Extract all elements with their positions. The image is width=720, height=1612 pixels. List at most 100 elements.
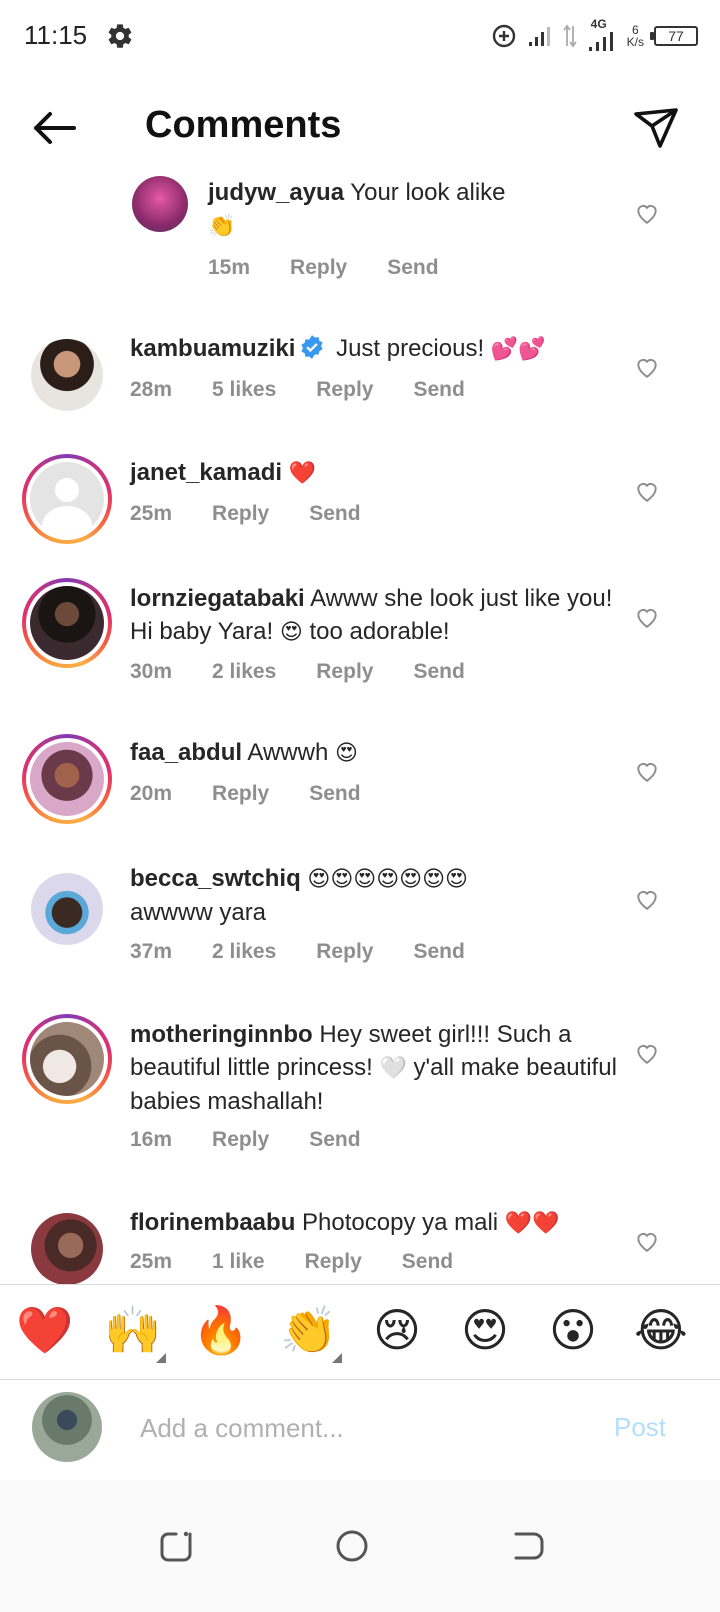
comment-item: judyw_ayua Your look alike 👏 15m Reply S… xyxy=(0,170,720,310)
send-button[interactable]: Send xyxy=(413,378,464,402)
avatar[interactable] xyxy=(22,330,112,420)
reply-button[interactable]: Reply xyxy=(316,940,373,964)
comment-text: lornziegatabaki Awww she look just like … xyxy=(130,585,613,645)
like-heart-icon[interactable] xyxy=(634,886,660,912)
reply-button[interactable]: Reply xyxy=(212,1128,269,1152)
reply-button[interactable]: Reply xyxy=(305,1250,362,1274)
reply-button[interactable]: Reply xyxy=(212,502,269,526)
system-nav-bar xyxy=(0,1480,720,1612)
avatar[interactable] xyxy=(22,1204,112,1294)
comment-username[interactable]: motheringinnbo xyxy=(130,1021,313,1048)
post-button[interactable]: Post xyxy=(614,1412,666,1443)
comment-text: florinembaabu Photocopy ya mali ❤️❤️ xyxy=(130,1209,560,1236)
emoji-clap-button[interactable]: 👏 xyxy=(274,1295,344,1365)
send-button[interactable]: Send xyxy=(387,256,438,280)
comment-username[interactable]: judyw_ayua xyxy=(208,179,344,206)
comment-username[interactable]: lornziegatabaki xyxy=(130,585,305,612)
page-title: Comments xyxy=(145,104,342,146)
avatar-image xyxy=(31,1213,103,1285)
send-button[interactable]: Send xyxy=(413,660,464,684)
reply-button[interactable]: Reply xyxy=(290,256,347,280)
like-heart-icon[interactable] xyxy=(634,604,660,630)
comment-item: motheringinnbo Hey sweet girl!!! Such a … xyxy=(0,1014,720,1184)
quick-reaction-bar: ❤️ 🙌 🔥 👏 😢 😍 😮 😂 xyxy=(0,1284,720,1380)
comment-username[interactable]: florinembaabu xyxy=(130,1209,295,1236)
comment-username[interactable]: faa_abdul xyxy=(130,739,242,766)
avatar-image xyxy=(31,873,103,945)
comment-text: kambuamuziki Just precious! 💕💕 xyxy=(130,335,546,362)
likes-count[interactable]: 1 like xyxy=(212,1250,265,1274)
comment-meta: 25m Reply Send xyxy=(130,502,361,526)
battery-indicator: 77 xyxy=(650,26,698,46)
likes-count[interactable]: 2 likes xyxy=(212,940,276,964)
back-nav-icon[interactable] xyxy=(506,1524,550,1568)
emoji-surprised-button[interactable]: 😮 xyxy=(538,1295,608,1365)
comment-text: motheringinnbo Hey sweet girl!!! Such a … xyxy=(130,1021,617,1115)
avatar-story-ring[interactable] xyxy=(22,734,112,824)
data-arrows-icon xyxy=(562,24,577,48)
emoji-laughing-button[interactable]: 😂 xyxy=(626,1295,696,1365)
skin-tone-indicator xyxy=(332,1353,342,1363)
verified-badge-icon xyxy=(301,335,324,359)
emoji-heart-eyes-button[interactable]: 😍 xyxy=(450,1295,520,1365)
comments-list[interactable]: judyw_ayua Your look alike 👏 15m Reply S… xyxy=(0,170,720,1320)
send-button[interactable]: Send xyxy=(402,1250,453,1274)
emoji-crying-button[interactable]: 😢 xyxy=(362,1295,432,1365)
comment-text: becca_swtchiq 😍😍😍😍😍😍😍 awwww yara xyxy=(130,865,468,926)
current-user-avatar xyxy=(32,1392,102,1462)
send-button[interactable]: Send xyxy=(309,782,360,806)
comment-time: 15m xyxy=(208,256,251,279)
comment-meta: 20m Reply Send xyxy=(130,782,361,806)
avatar-story-ring[interactable] xyxy=(22,454,112,544)
avatar[interactable] xyxy=(132,176,188,232)
avatar-image xyxy=(132,176,188,232)
comment-item: becca_swtchiq 😍😍😍😍😍😍😍 awwww yara 37m 2 l… xyxy=(0,860,720,1000)
like-heart-icon[interactable] xyxy=(634,478,660,504)
heart-emoji: ❤️ xyxy=(288,461,317,486)
direct-send-icon[interactable] xyxy=(632,104,680,152)
like-heart-icon[interactable] xyxy=(634,758,660,784)
comment-text: faa_abdul Awwwh 😍 xyxy=(130,739,358,766)
home-icon[interactable] xyxy=(330,1524,374,1568)
reply-button[interactable]: Reply xyxy=(316,660,373,684)
comment-username[interactable]: kambuamuziki xyxy=(130,335,295,362)
comment-username[interactable]: janet_kamadi xyxy=(130,459,282,486)
signal-icon-2 xyxy=(588,32,613,51)
reply-button[interactable]: Reply xyxy=(212,782,269,806)
likes-count[interactable]: 2 likes xyxy=(212,660,276,684)
comment-meta: 28m 5 likes Reply Send xyxy=(130,378,465,402)
heart-eyes-emoji: 😍😍😍😍😍😍😍 xyxy=(307,867,468,892)
avatar-story-ring[interactable] xyxy=(22,578,112,668)
send-button[interactable]: Send xyxy=(309,502,360,526)
comment-input[interactable] xyxy=(140,1408,580,1448)
comment-time: 16m xyxy=(130,1128,173,1151)
like-heart-icon[interactable] xyxy=(634,354,660,380)
likes-count[interactable]: 5 likes xyxy=(212,378,276,402)
send-button[interactable]: Send xyxy=(413,940,464,964)
skin-tone-indicator xyxy=(156,1353,166,1363)
emoji-fire-button[interactable]: 🔥 xyxy=(186,1295,256,1365)
comment-time: 25m xyxy=(130,1250,173,1273)
network-signal: 4G xyxy=(587,17,617,51)
comment-meta: 15m Reply Send xyxy=(208,256,439,280)
back-arrow-icon[interactable] xyxy=(28,108,84,148)
white-heart-emoji: 🤍 xyxy=(379,1056,407,1081)
default-avatar-icon xyxy=(30,462,104,536)
like-heart-icon[interactable] xyxy=(634,200,660,226)
recent-apps-icon[interactable] xyxy=(156,1524,200,1568)
heart-eyes-emoji: 😍 xyxy=(334,741,358,766)
reply-button[interactable]: Reply xyxy=(316,378,373,402)
emoji-heart-button[interactable]: ❤️ xyxy=(10,1295,80,1365)
comment-username[interactable]: becca_swtchiq xyxy=(130,865,301,892)
avatar[interactable] xyxy=(22,864,112,954)
send-button[interactable]: Send xyxy=(309,1128,360,1152)
avatar-image xyxy=(30,1022,104,1096)
like-heart-icon[interactable] xyxy=(634,1228,660,1254)
comment-time: 37m xyxy=(130,940,173,963)
emoji-raised-hands-button[interactable]: 🙌 xyxy=(98,1295,168,1365)
like-heart-icon[interactable] xyxy=(634,1040,660,1066)
avatar-story-ring[interactable] xyxy=(22,1014,112,1104)
header: Comments xyxy=(0,90,720,166)
comment-text: judyw_ayua Your look alike 👏 xyxy=(208,179,506,239)
signal-icon xyxy=(528,27,550,46)
